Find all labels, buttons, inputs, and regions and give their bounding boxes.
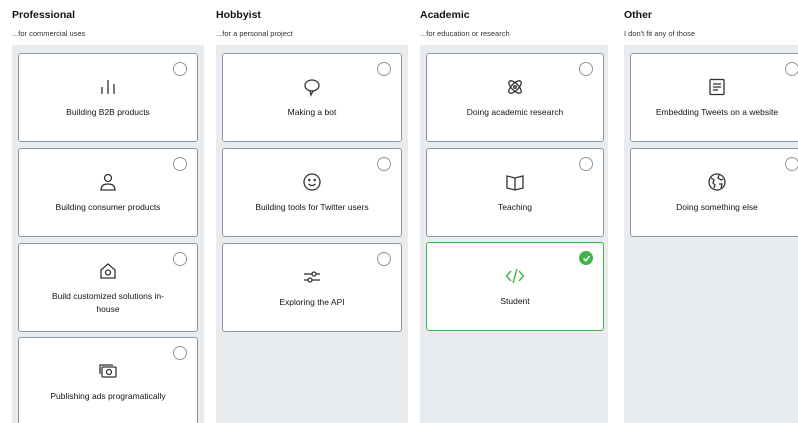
radio-button[interactable]	[173, 346, 187, 360]
speech-bubble-icon	[301, 76, 323, 98]
column-other: Other I don't fit any of those	[624, 0, 798, 45]
card-label: Teaching	[497, 202, 533, 212]
radio-button[interactable]	[785, 157, 798, 171]
card-building-tools[interactable]: Building tools for Twitter users	[222, 148, 402, 237]
card-label: Making a bot	[287, 107, 337, 117]
money-icon	[97, 360, 119, 382]
sliders-icon	[301, 266, 323, 288]
card-label: Embedding Tweets on a website	[655, 107, 779, 117]
card-doing-something-else[interactable]: Doing something else	[630, 148, 798, 237]
card-exploring-the-api[interactable]: Exploring the API	[222, 243, 402, 332]
card-label: Publishing ads programatically	[50, 391, 166, 401]
column-title: Hobbyist	[216, 9, 261, 21]
atom-icon	[504, 76, 526, 98]
column-subtitle: ...for commercial uses	[12, 29, 86, 38]
card-publishing-ads[interactable]: Publishing ads programatically	[18, 337, 198, 423]
panel-professional: Building B2B products Building consumer …	[12, 45, 204, 423]
globe-icon	[706, 171, 728, 193]
card-label: Build customized solutions in-house	[52, 290, 164, 314]
radio-button[interactable]	[377, 252, 391, 266]
radio-button[interactable]	[173, 252, 187, 266]
column-title: Other	[624, 9, 653, 21]
radio-button[interactable]	[173, 157, 187, 171]
card-doing-academic-research[interactable]: Doing academic research	[426, 53, 604, 142]
radio-button[interactable]	[579, 157, 593, 171]
radio-button[interactable]	[377, 62, 391, 76]
card-teaching[interactable]: Teaching	[426, 148, 604, 237]
column-hobbyist: Hobbyist ...for a personal project	[216, 0, 408, 45]
book-icon	[504, 171, 526, 193]
card-label: Building consumer products	[55, 202, 161, 212]
column-subtitle: ...for a personal project	[216, 29, 293, 38]
column-professional: Professional ...for commercial uses	[12, 0, 204, 45]
column-subtitle: ...for education or research	[420, 29, 510, 38]
card-making-a-bot[interactable]: Making a bot	[222, 53, 402, 142]
card-label: Building B2B products	[66, 107, 150, 117]
column-subtitle: I don't fit any of those	[624, 29, 696, 38]
card-label: Doing academic research	[466, 107, 564, 117]
code-icon	[504, 265, 526, 287]
card-label: Building tools for Twitter users	[255, 202, 369, 212]
card-building-b2b-products[interactable]: Building B2B products	[18, 53, 198, 142]
panel-hobbyist: Making a bot Building tools for Twitter …	[216, 45, 408, 423]
column-academic: Academic ...for education or research	[420, 0, 612, 45]
radio-button[interactable]	[377, 157, 391, 171]
person-icon	[97, 171, 119, 193]
card-student[interactable]: Student	[426, 242, 604, 331]
card-label: Exploring the API	[279, 297, 345, 307]
card-label: Doing something else	[676, 202, 758, 212]
card-build-customized-solutions[interactable]: Build customized solutions in-house	[18, 243, 198, 332]
panel-other: Embedding Tweets on a website Doing some…	[624, 45, 798, 423]
column-title: Academic	[420, 9, 470, 21]
card-building-consumer-products[interactable]: Building consumer products	[18, 148, 198, 237]
radio-button-checked[interactable]	[579, 251, 593, 265]
check-icon	[582, 255, 590, 262]
radio-button[interactable]	[173, 62, 187, 76]
home-gear-icon	[97, 260, 119, 282]
bar-chart-icon	[97, 76, 119, 98]
card-embedding-tweets[interactable]: Embedding Tweets on a website	[630, 53, 798, 142]
smiley-icon	[301, 171, 323, 193]
card-label: Student	[500, 296, 530, 306]
document-icon	[706, 76, 728, 98]
radio-button[interactable]	[579, 62, 593, 76]
column-title: Professional	[12, 9, 76, 21]
panel-academic: Doing academic research Teaching Student	[420, 45, 608, 423]
radio-button[interactable]	[785, 62, 798, 76]
